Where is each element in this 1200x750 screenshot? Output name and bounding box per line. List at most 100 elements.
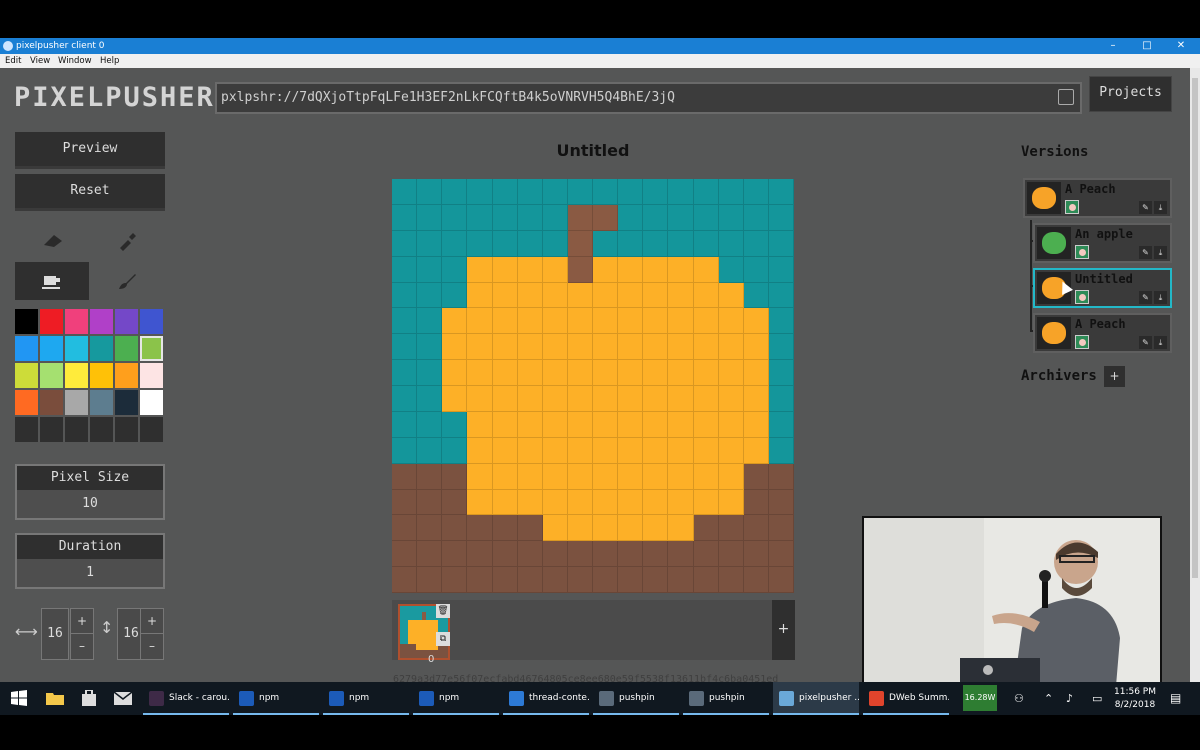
canvas-pixel[interactable] bbox=[492, 282, 518, 309]
height-minus-button[interactable]: – bbox=[141, 634, 163, 659]
canvas-pixel[interactable] bbox=[618, 334, 644, 361]
canvas-pixel[interactable] bbox=[392, 360, 418, 386]
canvas-pixel[interactable] bbox=[442, 515, 468, 542]
palette-swatch[interactable] bbox=[90, 363, 113, 388]
brush-icon[interactable] bbox=[90, 262, 164, 300]
canvas-pixel[interactable] bbox=[492, 334, 518, 361]
canvas-pixel[interactable] bbox=[593, 515, 619, 542]
scrollbar[interactable] bbox=[1190, 68, 1200, 682]
canvas-pixel[interactable] bbox=[567, 463, 593, 490]
palette-swatch[interactable] bbox=[40, 309, 63, 334]
canvas-pixel[interactable] bbox=[442, 463, 468, 490]
canvas-pixel[interactable] bbox=[768, 282, 794, 309]
canvas-pixel[interactable] bbox=[718, 515, 744, 542]
canvas-pixel[interactable] bbox=[593, 204, 619, 231]
canvas-pixel[interactable] bbox=[542, 282, 568, 309]
canvas-pixel[interactable] bbox=[417, 360, 443, 386]
edit-icon[interactable]: ✎ bbox=[1139, 246, 1152, 259]
edit-icon[interactable]: ✎ bbox=[1139, 201, 1152, 214]
canvas-pixel[interactable] bbox=[643, 308, 669, 335]
minimize-button[interactable]: – bbox=[1098, 38, 1128, 54]
canvas-pixel[interactable] bbox=[467, 179, 493, 205]
reset-button[interactable]: Reset bbox=[15, 174, 165, 211]
canvas-pixel[interactable] bbox=[718, 282, 744, 309]
canvas-pixel[interactable] bbox=[467, 256, 493, 283]
canvas-pixel[interactable] bbox=[718, 567, 744, 593]
canvas-pixel[interactable] bbox=[492, 489, 518, 516]
canvas-pixel[interactable] bbox=[743, 411, 769, 438]
battery-icon[interactable]: ▭ bbox=[1092, 682, 1102, 715]
canvas-pixel[interactable] bbox=[618, 515, 644, 542]
canvas-pixel[interactable] bbox=[442, 204, 468, 231]
canvas-pixel[interactable] bbox=[542, 489, 568, 516]
canvas-pixel[interactable] bbox=[693, 437, 719, 464]
canvas-pixel[interactable] bbox=[743, 282, 769, 309]
canvas-pixel[interactable] bbox=[417, 489, 443, 516]
windows-start-icon[interactable] bbox=[10, 689, 28, 707]
canvas-pixel[interactable] bbox=[618, 489, 644, 516]
menu-view[interactable]: View bbox=[30, 54, 50, 68]
canvas-pixel[interactable] bbox=[467, 334, 493, 361]
canvas-pixel[interactable] bbox=[442, 386, 468, 412]
canvas-pixel[interactable] bbox=[718, 179, 744, 205]
palette-swatch[interactable] bbox=[65, 363, 88, 388]
notifications-icon[interactable]: ▤ bbox=[1170, 682, 1181, 715]
canvas-pixel[interactable] bbox=[693, 515, 719, 542]
palette-swatch[interactable] bbox=[15, 363, 38, 388]
canvas-pixel[interactable] bbox=[392, 386, 418, 412]
canvas-pixel[interactable] bbox=[643, 515, 669, 542]
canvas-pixel[interactable] bbox=[542, 515, 568, 542]
canvas-pixel[interactable] bbox=[593, 360, 619, 386]
store-icon[interactable] bbox=[80, 689, 98, 707]
canvas-pixel[interactable] bbox=[417, 334, 443, 361]
canvas-pixel[interactable] bbox=[643, 230, 669, 257]
canvas-pixel[interactable] bbox=[417, 256, 443, 283]
canvas-pixel[interactable] bbox=[618, 411, 644, 438]
canvas-pixel[interactable] bbox=[693, 256, 719, 283]
canvas-pixel[interactable] bbox=[517, 437, 543, 464]
canvas-pixel[interactable] bbox=[567, 515, 593, 542]
canvas-pixel[interactable] bbox=[392, 204, 418, 231]
canvas-pixel[interactable] bbox=[768, 437, 794, 464]
canvas-pixel[interactable] bbox=[467, 360, 493, 386]
canvas-pixel[interactable] bbox=[743, 437, 769, 464]
canvas-pixel[interactable] bbox=[743, 204, 769, 231]
canvas-pixel[interactable] bbox=[417, 230, 443, 257]
canvas-pixel[interactable] bbox=[718, 437, 744, 464]
canvas-pixel[interactable] bbox=[593, 411, 619, 438]
canvas-pixel[interactable] bbox=[517, 489, 543, 516]
canvas-pixel[interactable] bbox=[442, 334, 468, 361]
canvas-pixel[interactable] bbox=[618, 437, 644, 464]
canvas-pixel[interactable] bbox=[743, 567, 769, 593]
canvas-pixel[interactable] bbox=[467, 541, 493, 568]
canvas-pixel[interactable] bbox=[392, 334, 418, 361]
palette-swatch[interactable] bbox=[40, 363, 63, 388]
canvas-pixel[interactable] bbox=[593, 386, 619, 412]
canvas-pixel[interactable] bbox=[643, 541, 669, 568]
canvas-pixel[interactable] bbox=[768, 308, 794, 335]
canvas-pixel[interactable] bbox=[417, 179, 443, 205]
canvas-pixel[interactable] bbox=[593, 567, 619, 593]
palette-swatch[interactable] bbox=[90, 417, 113, 442]
canvas-pixel[interactable] bbox=[492, 567, 518, 593]
canvas-pixel[interactable] bbox=[567, 411, 593, 438]
canvas-pixel[interactable] bbox=[768, 230, 794, 257]
canvas-pixel[interactable] bbox=[668, 282, 694, 309]
canvas-pixel[interactable] bbox=[593, 489, 619, 516]
canvas-pixel[interactable] bbox=[517, 360, 543, 386]
merge-icon[interactable]: ⤓ bbox=[1154, 336, 1167, 349]
close-button[interactable]: ✕ bbox=[1166, 38, 1196, 54]
version-item[interactable]: A Peach ✎ ⤓ bbox=[1023, 178, 1172, 218]
taskbar-item[interactable]: pixelpusher ... bbox=[773, 682, 859, 715]
palette-swatch[interactable] bbox=[15, 336, 38, 361]
canvas-pixel[interactable] bbox=[517, 386, 543, 412]
canvas-pixel[interactable] bbox=[768, 411, 794, 438]
duplicate-icon[interactable]: ⧉ bbox=[436, 632, 450, 646]
palette-swatch[interactable] bbox=[65, 309, 88, 334]
canvas-pixel[interactable] bbox=[693, 386, 719, 412]
palette-swatch[interactable] bbox=[115, 417, 138, 442]
canvas-pixel[interactable] bbox=[542, 204, 568, 231]
user-icon[interactable]: ⚇ bbox=[1014, 682, 1024, 715]
menu-window[interactable]: Window bbox=[58, 54, 92, 68]
taskbar-item[interactable]: npm bbox=[233, 682, 319, 715]
